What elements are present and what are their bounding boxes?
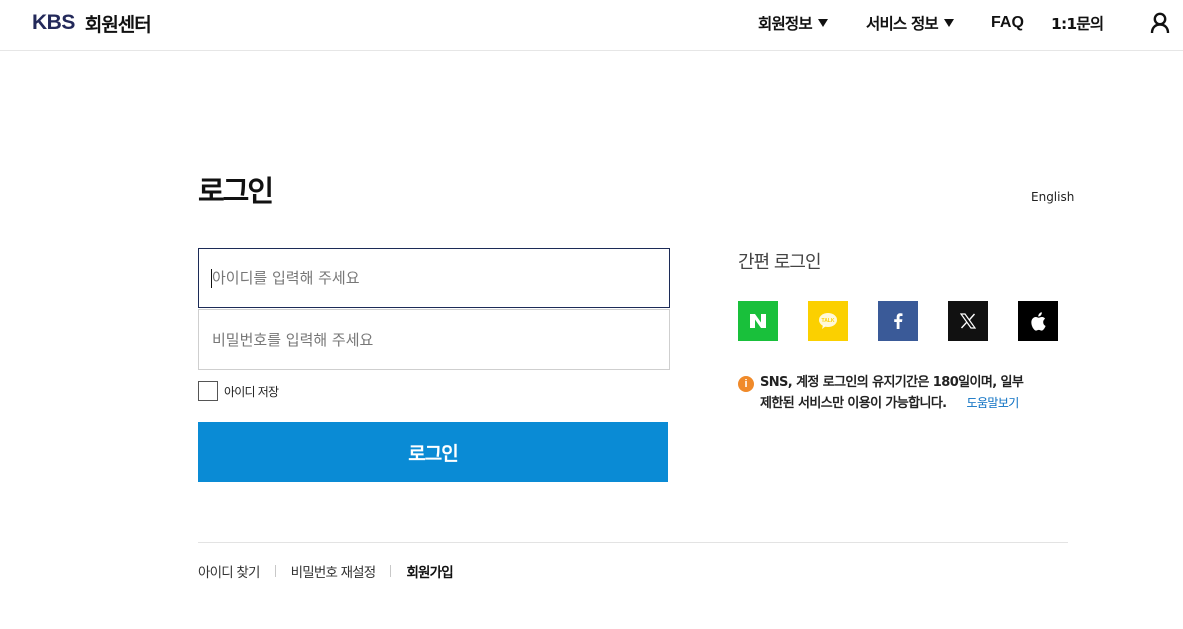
sns-notice-text: SNS, 계정 로그인의 유지기간은 180일이며, 일부 제한된 서비스만 이…	[760, 373, 1080, 414]
separator	[390, 565, 392, 577]
divider	[198, 542, 1068, 543]
checkbox-box[interactable]	[198, 381, 218, 401]
nav-member-info-label: 회원정보	[758, 15, 813, 33]
notice-line-2: 제한된 서비스만 이용이 가능합니다. 도움말보기	[760, 393, 1080, 414]
naver-icon	[750, 314, 766, 328]
notice-line-1: SNS, 계정 로그인의 유지기간은 180일이며, 일부	[760, 375, 1024, 390]
caret-down-icon	[817, 19, 828, 27]
x-icon	[960, 313, 976, 329]
reset-password-link[interactable]: 비밀번호 재설정	[291, 561, 377, 581]
info-icon: i	[738, 376, 754, 392]
x-login-button[interactable]	[948, 301, 988, 341]
language-english-link[interactable]: English	[1031, 190, 1074, 204]
caret-down-icon	[943, 19, 954, 27]
logo[interactable]: KBS 회원센터	[32, 10, 152, 36]
signup-link[interactable]: 회원가입	[406, 561, 453, 581]
svg-text:TALK: TALK	[822, 318, 835, 324]
page-title: 로그인	[198, 174, 274, 208]
logo-brand: KBS	[32, 11, 75, 34]
remember-id-label: 아이디 저장	[224, 384, 279, 399]
nav-inquiry[interactable]: 1:1문의	[1051, 12, 1104, 34]
text-cursor	[211, 269, 212, 288]
nav-member-info[interactable]: 회원정보	[758, 12, 828, 34]
id-input[interactable]	[198, 248, 670, 308]
login-button[interactable]: 로그인	[198, 422, 668, 482]
apple-icon	[1031, 311, 1046, 331]
password-input[interactable]	[198, 309, 670, 370]
facebook-login-button[interactable]	[878, 301, 918, 341]
nav-service-info-label: 서비스 정보	[866, 15, 939, 33]
find-id-link[interactable]: 아이디 찾기	[198, 561, 260, 581]
kakao-login-button[interactable]: TALK	[808, 301, 848, 341]
apple-login-button[interactable]	[1018, 301, 1058, 341]
account-links: 아이디 찾기 비밀번호 재설정 회원가입	[198, 561, 454, 581]
facebook-icon	[894, 313, 903, 329]
nav-service-info[interactable]: 서비스 정보	[866, 12, 954, 34]
separator	[274, 565, 276, 577]
notice-line-2-text: 제한된 서비스만 이용이 가능합니다.	[760, 396, 947, 411]
kakao-icon: TALK	[819, 313, 837, 329]
help-link[interactable]: 도움말보기	[967, 396, 1020, 410]
user-icon[interactable]	[1150, 12, 1170, 34]
logo-title: 회원센터	[84, 13, 152, 36]
nav-faq[interactable]: FAQ	[991, 14, 1024, 32]
site-header: KBS 회원센터 회원정보 서비스 정보 FAQ 1:1문의	[0, 0, 1183, 51]
naver-login-button[interactable]	[738, 301, 778, 341]
remember-id-checkbox[interactable]: 아이디 저장	[198, 381, 279, 401]
sns-login-title: 간편 로그인	[738, 252, 822, 273]
